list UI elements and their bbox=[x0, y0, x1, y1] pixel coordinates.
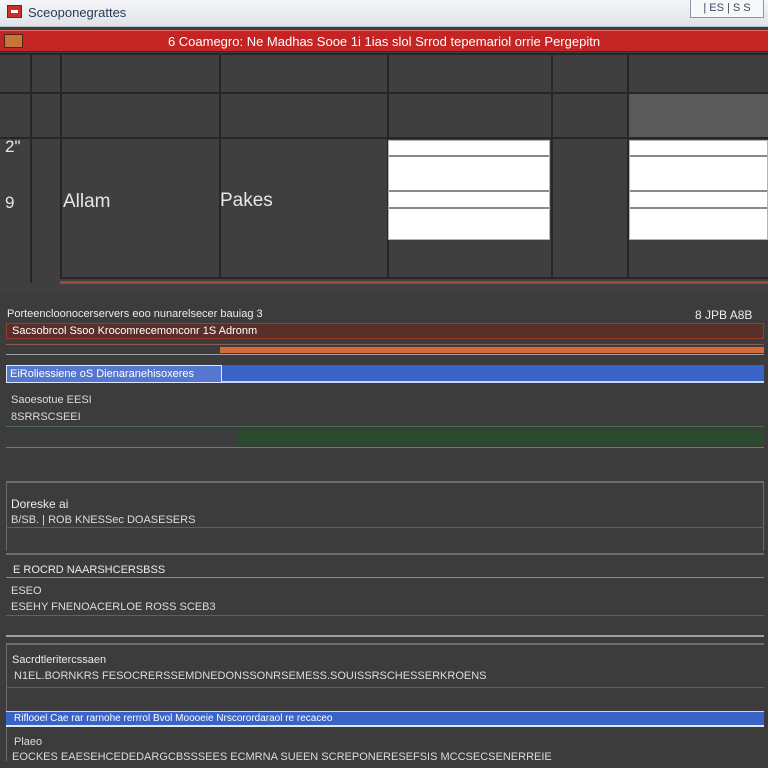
window-titlebar: Sceoponegrattes | ES | S S bbox=[0, 0, 768, 27]
main-area: 6 Coamegro: Ne Madhas Sooe 1i 1ias slol … bbox=[0, 27, 768, 768]
panel-header: Porteencloonocerservers eoo nunarelsecer… bbox=[7, 308, 263, 320]
progress-orange-bar bbox=[220, 347, 764, 353]
window-title: Sceoponegrattes bbox=[28, 5, 127, 20]
section-line: ESEHY FNENOACERLOE ROSS SCEB3 bbox=[11, 601, 216, 613]
row-number: 2" bbox=[5, 137, 21, 156]
header-cell-grey bbox=[629, 94, 768, 137]
section-box bbox=[6, 643, 764, 761]
blue-row-label: EiRoliessiene oS Dienaranehisoxeres bbox=[10, 368, 195, 380]
data-grid: 2" 9 Allam Pakes bbox=[0, 53, 768, 293]
panel-header-right: 8 JPB A8B bbox=[695, 308, 753, 322]
app-banner: 6 Coamegro: Ne Madhas Sooe 1i 1ias slol … bbox=[0, 30, 768, 52]
input-box[interactable] bbox=[388, 140, 550, 240]
section-line: N1EL.BORNKRS FESOCRERSSEMDNEDONSSONRSEME… bbox=[14, 670, 487, 682]
section-title: Sacrdtleritercssaen bbox=[12, 654, 107, 666]
info-line: Saoesotue EESI bbox=[11, 394, 92, 406]
cell-name[interactable]: Allam bbox=[63, 191, 111, 213]
banner-title: 6 Coamegro: Ne Madhas Sooe 1i 1ias slol … bbox=[167, 34, 601, 49]
details-panel: Porteencloonocerservers eoo nunarelsecer… bbox=[0, 305, 768, 768]
orange-row-label: Sacsobrcol Ssoo Krocomrecemonconr 1S Adr… bbox=[12, 325, 258, 337]
window-controls-button[interactable]: | ES | S S bbox=[690, 0, 764, 18]
info-line: 8SRRSCSEEI bbox=[11, 411, 81, 423]
green-progress-bar bbox=[238, 429, 764, 445]
cell-name[interactable]: Pakes bbox=[220, 190, 273, 212]
footer-title: Plaeo bbox=[14, 736, 43, 748]
input-box[interactable] bbox=[629, 140, 768, 240]
row-number: 9 bbox=[5, 193, 15, 212]
section-title: E ROCRD NAARSHCERSBSS bbox=[13, 564, 166, 576]
grid-divider bbox=[60, 281, 768, 284]
app-icon bbox=[7, 5, 22, 18]
section-title: Doreske ai bbox=[11, 497, 69, 511]
footer-line: EOCKES EAESEHCEDEDARGCBSSSEES ECMRNA SUE… bbox=[12, 751, 552, 763]
section-line: B/SB. | ROB KNESSec DOASESERS bbox=[11, 514, 196, 526]
section-sub: ESEO bbox=[11, 585, 42, 597]
blue-row-label: Riflooel Cae rar rarnohe rerrrol Bvol Mo… bbox=[14, 713, 333, 724]
